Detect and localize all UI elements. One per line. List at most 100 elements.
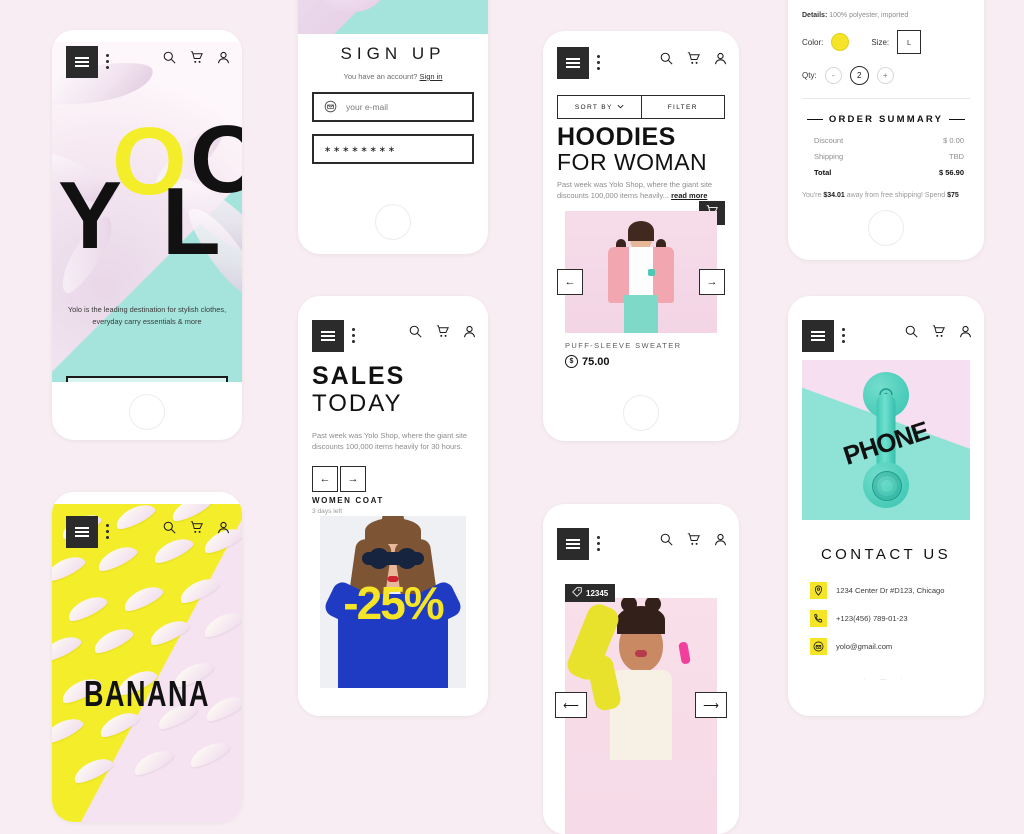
shipping-label: Shipping xyxy=(814,152,844,161)
prev-product-button[interactable]: ← xyxy=(557,269,583,295)
product-image xyxy=(565,211,717,333)
chevron-down-icon xyxy=(617,104,624,111)
kebab-menu-icon[interactable] xyxy=(352,328,355,331)
email-field[interactable]: your e-mail xyxy=(312,92,474,122)
yolo-wordmark: Y O L O xyxy=(58,112,242,270)
home-button[interactable] xyxy=(375,204,411,240)
note-amount-2: $75 xyxy=(947,192,959,199)
start-now-button[interactable]: Start now xyxy=(66,376,228,382)
sales-title-thin: TODAY xyxy=(312,390,403,417)
search-icon[interactable] xyxy=(163,51,176,64)
account-icon[interactable] xyxy=(714,52,727,65)
next-product-button[interactable]: → xyxy=(699,269,725,295)
hoodies-title-thin: FOR WOMAN xyxy=(557,149,708,175)
contact-row-email: yolo@gmail.com xyxy=(810,638,970,655)
kebab-menu-icon[interactable] xyxy=(106,524,109,527)
search-icon[interactable] xyxy=(660,52,673,65)
search-icon[interactable] xyxy=(163,521,176,534)
account-icon[interactable] xyxy=(217,51,230,64)
sales-title-bold: SALES xyxy=(312,362,406,390)
cart-icon[interactable] xyxy=(687,533,700,546)
hamburger-icon[interactable] xyxy=(557,47,589,79)
order-summary-label: ORDER SUMMARY xyxy=(828,114,944,125)
hamburger-icon[interactable] xyxy=(66,516,98,548)
home-button[interactable] xyxy=(623,395,659,431)
cart-icon[interactable] xyxy=(687,52,700,65)
details-value: 100% polyester, imported xyxy=(829,12,909,19)
hamburger-icon[interactable] xyxy=(312,320,344,352)
password-field[interactable]: ∗∗∗∗∗∗∗∗ xyxy=(312,134,474,164)
sales-appbar xyxy=(298,316,488,358)
email-text: yolo@gmail.com xyxy=(836,642,893,651)
free-shipping-note: You're $34.01 away from free shipping! S… xyxy=(802,190,970,204)
qty-decrease-button[interactable]: - xyxy=(824,67,842,84)
contact-title: CONTACT US xyxy=(820,546,952,563)
gallery-next-button[interactable]: ⟶ xyxy=(695,692,727,718)
account-icon[interactable] xyxy=(463,325,476,338)
arrow-left-icon: ← xyxy=(319,473,331,485)
hamburger-icon[interactable] xyxy=(66,46,98,78)
cart-icon[interactable] xyxy=(190,51,203,64)
banana-appbar xyxy=(52,512,242,554)
location-pin-icon xyxy=(810,582,827,599)
arrow-left-icon: ← xyxy=(564,276,576,288)
product-price-row: $ 75.00 xyxy=(565,355,610,368)
model-photo xyxy=(602,221,680,333)
dollar-coin-icon: $ xyxy=(565,355,578,368)
hamburger-icon[interactable] xyxy=(802,320,834,352)
size-label: Size: xyxy=(871,37,890,47)
cart-icon[interactable] xyxy=(932,325,945,338)
divider xyxy=(802,98,970,99)
account-icon[interactable] xyxy=(959,325,972,338)
sign-in-link[interactable]: Sign in xyxy=(420,72,443,81)
kebab-menu-icon[interactable] xyxy=(106,54,109,57)
phone-text: +123(456) 789-01-23 xyxy=(836,614,908,623)
gallery-prev-button[interactable]: ⟵ xyxy=(555,692,587,718)
promo-subtitle: 3 days left xyxy=(312,508,343,515)
signup-title: SIGN UP xyxy=(340,44,446,63)
color-size-row: Color: Size: L xyxy=(802,30,970,54)
summary-row-shipping: Shipping TBD xyxy=(814,152,964,161)
account-icon[interactable] xyxy=(217,521,230,534)
phone-product-gallery: 12345 ⟵ ⟶ xyxy=(543,504,739,834)
qty-increase-button[interactable]: + xyxy=(876,67,894,84)
color-label: Color: xyxy=(802,37,824,47)
color-swatch[interactable] xyxy=(831,33,850,51)
cart-icon[interactable] xyxy=(436,325,449,338)
product-name: PUFF-SLEEVE SWEATER xyxy=(565,341,682,350)
kebab-menu-icon[interactable] xyxy=(597,55,600,58)
sales-next-button[interactable]: → xyxy=(340,466,366,492)
note-part-2: away from free shipping! Spend xyxy=(844,192,948,199)
home-button[interactable] xyxy=(129,394,165,430)
gallery-screen: 12345 ⟵ ⟶ xyxy=(543,516,739,834)
phone-sign-up: SIGN UP You have an account? Sign in you… xyxy=(298,0,488,254)
filter-label: FILTER xyxy=(667,103,698,111)
have-account-text: You have an account? xyxy=(343,72,418,81)
sort-by-button[interactable]: SORT BY xyxy=(558,96,641,118)
price-tag-badge: 12345 xyxy=(565,584,616,602)
envelope-icon xyxy=(324,100,337,115)
email-placeholder: your e-mail xyxy=(346,102,389,112)
size-value[interactable]: L xyxy=(897,30,922,54)
phone-sales-today: SALES TODAY Past week was Yolo Shop, whe… xyxy=(298,296,488,716)
search-icon[interactable] xyxy=(905,325,918,338)
hamburger-icon[interactable] xyxy=(557,528,589,560)
home-button[interactable] xyxy=(868,210,904,246)
kebab-menu-icon[interactable] xyxy=(842,328,845,331)
sales-description: Past week was Yolo Shop, where the giant… xyxy=(312,431,468,451)
promo-discount: -25% xyxy=(343,577,444,629)
read-more-link[interactable]: read more xyxy=(671,191,707,200)
sort-by-label: SORT BY xyxy=(574,103,613,111)
filter-button[interactable]: FILTER xyxy=(640,96,725,118)
cart-icon[interactable] xyxy=(190,521,203,534)
arrow-right-icon: → xyxy=(347,473,359,485)
sales-prev-button[interactable]: ← xyxy=(312,466,338,492)
account-icon[interactable] xyxy=(714,533,727,546)
yolo-letter-o2: O xyxy=(190,106,242,213)
search-icon[interactable] xyxy=(660,533,673,546)
kebab-menu-icon[interactable] xyxy=(597,536,600,539)
search-icon[interactable] xyxy=(409,325,422,338)
contact-row-phone: +123(456) 789-01-23 xyxy=(810,610,970,627)
yolo-appbar xyxy=(52,42,242,84)
contact-hero-image: PHONE xyxy=(802,360,970,520)
